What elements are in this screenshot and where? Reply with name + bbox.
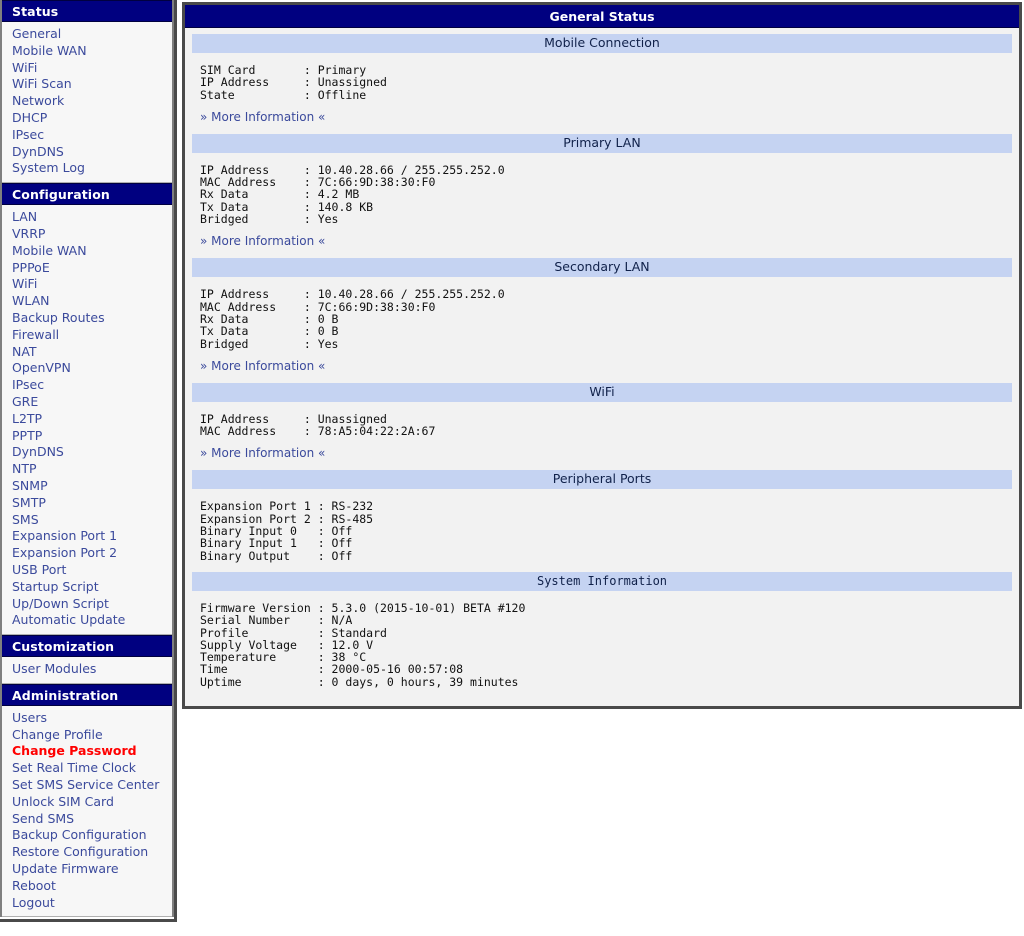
sidebar-item-ntp[interactable]: NTP (2, 461, 172, 478)
sidebar-item-automatic-update[interactable]: Automatic Update (2, 612, 172, 629)
sidebar-item-wlan[interactable]: WLAN (2, 293, 172, 310)
section-header-wifi: WiFi (192, 382, 1012, 402)
status-row: State : Offline (200, 87, 367, 102)
nav-group-administration: Administration Users Change Profile Change … (0, 683, 174, 918)
sidebar-item-usb-port[interactable]: USB Port (2, 562, 172, 579)
sidebar-item-dyndns[interactable]: DynDNS (2, 144, 172, 161)
sidebar-item-logout[interactable]: Logout (2, 895, 172, 912)
sidebar-item-set-sms-service-center[interactable]: Set SMS Service Center (2, 777, 172, 794)
nav-group-header: Configuration (2, 183, 172, 206)
status-row: IP Address : 10.40.28.66 / 255.255.252.0 (200, 287, 505, 302)
section-header-mobile-connection: Mobile Connection (192, 34, 1012, 53)
sidebar-item-restore-configuration[interactable]: Restore Configuration (2, 844, 172, 861)
sidebar-item-unlock-sim-card[interactable]: Unlock SIM Card (2, 794, 172, 811)
status-row: Profile : Standard (200, 625, 387, 640)
nav-group-configuration: Configuration LAN VRRP Mobile WAN PPPoE WiFi W… (0, 183, 174, 636)
sidebar-item-up-down-script[interactable]: Up/Down Script (2, 596, 172, 613)
sidebar-item-ipsec[interactable]: IPsec (2, 127, 172, 144)
more-information-link[interactable]: » More Information « (192, 225, 325, 258)
nav-group-status: Status General Mobile WAN WiFi WiFi Scan Netw… (0, 0, 174, 184)
sidebar-item-expansion-port-1[interactable]: Expansion Port 1 (2, 528, 172, 545)
nav-group-header: Status (2, 0, 172, 22)
sidebar-item-smtp[interactable]: SMTP (2, 495, 172, 512)
status-row: Bridged : Yes (200, 336, 339, 351)
sidebar-item-firewall[interactable]: Firewall (2, 327, 172, 344)
nav-group-customization: Customization User Modules (0, 635, 174, 684)
status-row: Binary Input 1 : Off (200, 536, 353, 551)
section-values: IP Address : Unassigned MAC Address : 78:… (192, 402, 1012, 438)
sidebar-item-user-modules[interactable]: User Modules (2, 661, 172, 678)
sidebar-item-sms[interactable]: SMS (2, 512, 172, 529)
section-header-primary-lan: Primary LAN (192, 133, 1012, 153)
sidebar-item-dhcp[interactable]: DHCP (2, 110, 172, 127)
nav-list: General Mobile WAN WiFi WiFi Scan Network DHC… (2, 22, 172, 184)
nav-list: User Modules (2, 657, 172, 684)
status-sections: Mobile Connection SIM Card : Primary IP Ad… (185, 28, 1019, 707)
status-row: Time : 2000-05-16 00:57:08 (200, 662, 464, 677)
more-information-link[interactable]: » More Information « (192, 350, 325, 383)
status-row: Bridged : Yes (200, 212, 339, 227)
sidebar-item-l2tp[interactable]: L2TP (2, 411, 172, 428)
section-values: IP Address : 10.40.28.66 / 255.255.252.0… (192, 153, 1012, 227)
sidebar-item-backup-routes[interactable]: Backup Routes (2, 310, 172, 327)
sidebar-item-expansion-port-2[interactable]: Expansion Port 2 (2, 545, 172, 562)
sidebar-item-change-profile[interactable]: Change Profile (2, 727, 172, 744)
sidebar-item-send-sms[interactable]: Send SMS (2, 811, 172, 828)
sidebar-item-backup-configuration[interactable]: Backup Configuration (2, 827, 172, 844)
sidebar-item-change-password[interactable]: Change Password (2, 743, 172, 760)
sidebar-item-dyndns[interactable]: DynDNS (2, 444, 172, 461)
sidebar-item-gre[interactable]: GRE (2, 394, 172, 411)
section-header-secondary-lan: Secondary LAN (192, 258, 1012, 278)
page-title: General Status (185, 5, 1019, 28)
sidebar-item-wifi[interactable]: WiFi (2, 60, 172, 77)
section-values: Firmware Version : 5.3.0 (2015-10-01) BE… (192, 591, 1012, 688)
status-row: MAC Address : 78:A5:04:22:2A:67 (200, 424, 436, 439)
status-row: Expansion Port 1 : RS-232 (200, 499, 374, 514)
sidebar-item-ipsec[interactable]: IPsec (2, 377, 172, 394)
nav-group-header: Administration (2, 683, 172, 706)
status-row: Tx Data : 0 B (200, 324, 339, 339)
sidebar-item-openvpn[interactable]: OpenVPN (2, 360, 172, 377)
sidebar-item-wifi-scan[interactable]: WiFi Scan (2, 76, 172, 93)
more-information-link[interactable]: » More Information « (192, 101, 325, 134)
section-header-system-information: System Information (192, 571, 1012, 591)
section-header-peripheral-ports: Peripheral Ports (192, 470, 1012, 490)
sidebar-item-startup-script[interactable]: Startup Script (2, 579, 172, 596)
status-row: IP Address : Unassigned (200, 75, 387, 90)
sidebar-item-system-log[interactable]: System Log (2, 160, 172, 177)
sidebar-item-reboot[interactable]: Reboot (2, 878, 172, 895)
sidebar-item-mobile-wan[interactable]: Mobile WAN (2, 243, 172, 260)
nav-list: LAN VRRP Mobile WAN PPPoE WiFi WLAN Backup Rou… (2, 205, 172, 636)
more-information-link[interactable]: » More Information « (192, 437, 325, 470)
sidebar-item-general[interactable]: General (2, 26, 172, 43)
sidebar-item-pppoe[interactable]: PPPoE (2, 260, 172, 277)
main-panel: General Status Mobile Connection SIM Card… (182, 2, 1022, 710)
sidebar-item-snmp[interactable]: SNMP (2, 478, 172, 495)
sidebar-item-nat[interactable]: NAT (2, 344, 172, 361)
nav-list: Users Change Profile Change Password Set Re… (2, 705, 172, 918)
sidebar-item-wifi[interactable]: WiFi (2, 276, 172, 293)
status-row: Rx Data : 4.2 MB (200, 187, 360, 202)
sidebar-item-mobile-wan[interactable]: Mobile WAN (2, 43, 172, 60)
sidebar-item-pptp[interactable]: PPTP (2, 428, 172, 445)
status-row: Uptime : 0 days, 0 hours, 39 minutes (200, 674, 519, 689)
sidebar-item-users[interactable]: Users (2, 710, 172, 727)
sidebar-item-set-real-time-clock[interactable]: Set Real Time Clock (2, 760, 172, 777)
nav-group-header: Customization (2, 635, 172, 658)
sidebar: Status General Mobile WAN WiFi WiFi Scan Netw… (0, 0, 177, 923)
sidebar-item-update-firmware[interactable]: Update Firmware (2, 861, 172, 878)
section-values: SIM Card : Primary IP Address : Unassigne… (192, 53, 1012, 101)
status-row: Binary Output : Off (200, 548, 353, 563)
sidebar-item-lan[interactable]: LAN (2, 209, 172, 226)
sidebar-item-network[interactable]: Network (2, 93, 172, 110)
router-admin-page: Status General Mobile WAN WiFi WiFi Scan Netw… (0, 0, 1024, 936)
status-row: Serial Number : N/A (200, 613, 353, 628)
sidebar-item-vrrp[interactable]: VRRP (2, 226, 172, 243)
section-values: Expansion Port 1 : RS-232 Expansion Port … (192, 489, 1012, 563)
section-values: IP Address : 10.40.28.66 / 255.255.252.0… (192, 277, 1012, 351)
